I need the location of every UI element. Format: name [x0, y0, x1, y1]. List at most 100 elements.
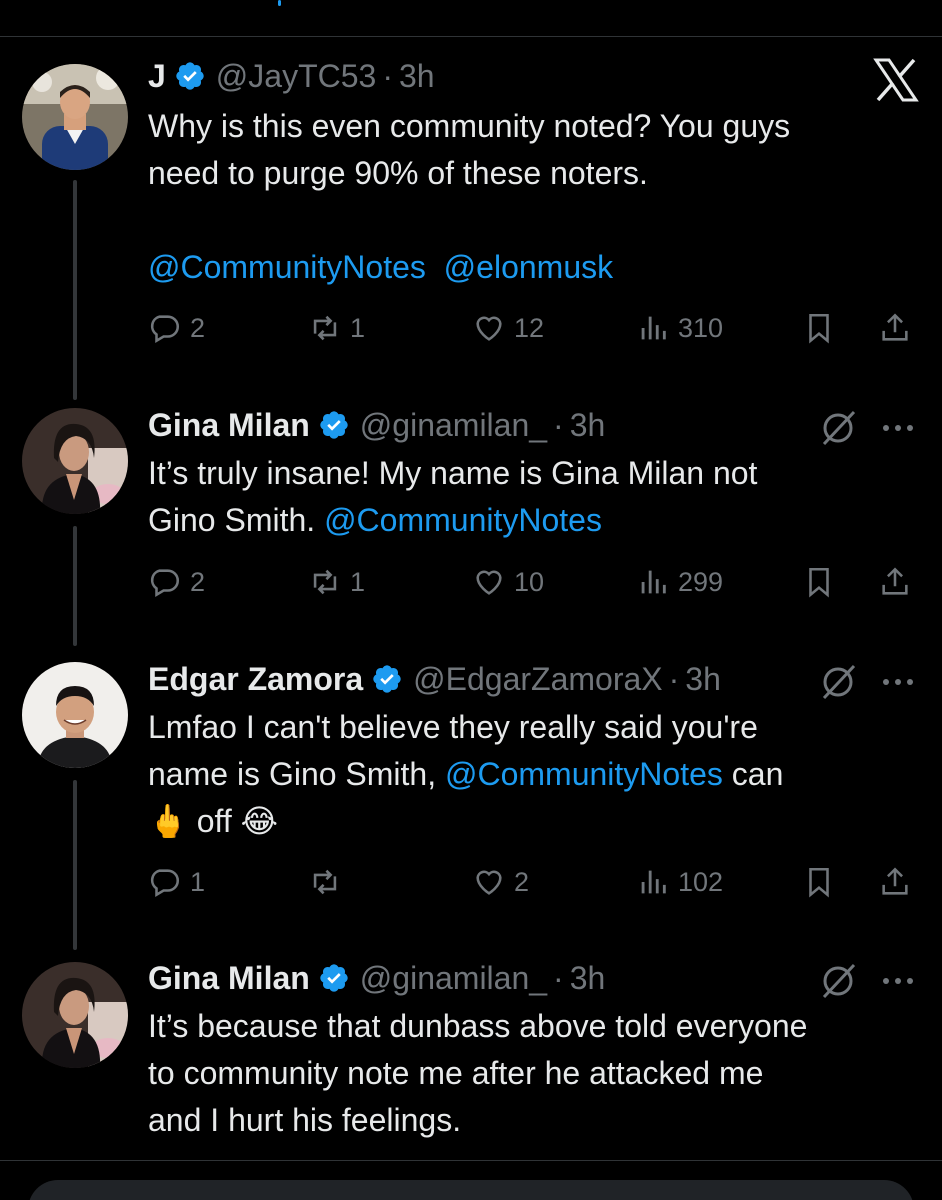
tweet-text-line: Lmfao I can't believe they really said y… — [148, 704, 908, 751]
display-name[interactable]: Gina Milan — [148, 407, 310, 444]
tweet-text-line: need to purge 90% of these noters. — [148, 150, 908, 197]
timestamp[interactable]: 3h — [570, 960, 606, 997]
reply-button[interactable]: 2 — [148, 562, 205, 602]
timestamp[interactable]: 3h — [399, 58, 435, 95]
action-bar: 2 1 10 299 — [148, 562, 928, 602]
bookmark-icon — [809, 567, 829, 598]
repost-icon — [313, 569, 337, 595]
action-bar: 1 2 102 — [148, 862, 928, 902]
display-name[interactable]: J — [148, 58, 166, 95]
grok-icon[interactable] — [818, 408, 858, 448]
x-logo-icon[interactable] — [872, 58, 920, 102]
avatar[interactable] — [22, 408, 128, 514]
like-icon — [476, 870, 502, 895]
text-segment — [426, 249, 444, 285]
repost-button[interactable] — [308, 862, 350, 902]
grok-icon[interactable] — [818, 662, 858, 702]
like-count: 10 — [514, 566, 545, 597]
mention-link[interactable]: @CommunityNotes — [324, 502, 602, 538]
reply-count: 1 — [190, 866, 206, 897]
avatar[interactable] — [22, 64, 128, 170]
tweet-text: Why is this even community noted? You gu… — [148, 103, 908, 291]
share-button[interactable] — [878, 308, 912, 348]
handle[interactable]: @ginamilan_ — [360, 407, 547, 444]
view-count: 102 — [678, 866, 724, 897]
tweet-text-line: @CommunityNotes @elonmusk — [148, 244, 908, 291]
views-button[interactable]: 310 — [636, 308, 723, 348]
like-count: 12 — [514, 312, 545, 343]
share-icon — [882, 867, 908, 895]
mention-link[interactable]: @elonmusk — [444, 249, 613, 285]
reply-icon — [150, 569, 180, 598]
views-button[interactable]: 102 — [636, 862, 723, 902]
avatar[interactable] — [22, 962, 128, 1068]
share-button[interactable] — [878, 862, 912, 902]
verified-icon — [320, 964, 348, 992]
bookmark-button[interactable] — [802, 862, 836, 902]
avatar[interactable] — [22, 662, 128, 768]
display-name[interactable]: Edgar Zamora — [148, 661, 363, 698]
mention-link[interactable]: @CommunityNotes — [148, 249, 426, 285]
tweet-header: Edgar Zamora @EdgarZamoraX · 3h — [148, 659, 721, 699]
handle[interactable]: @EdgarZamoraX — [413, 661, 662, 698]
text-segment: and I hurt his feelings. — [148, 1102, 462, 1138]
action-bar: 2 1 12 310 — [148, 308, 928, 348]
separator-dot: · — [382, 57, 393, 94]
thread-line — [73, 780, 77, 950]
more-icon[interactable] — [878, 662, 918, 702]
text-segment: It’s because that dunbass above told eve… — [148, 1008, 808, 1044]
reply-button[interactable]: 1 — [148, 862, 205, 902]
grok-icon[interactable] — [818, 961, 858, 1001]
text-segment: Why is this even community noted? You gu… — [148, 108, 791, 144]
repost-button[interactable]: 1 — [308, 562, 365, 602]
divider — [0, 1160, 942, 1161]
tweet-text-line: It’s because that dunbass above told eve… — [148, 1003, 908, 1050]
thread-line — [73, 180, 77, 400]
repost-count: 1 — [350, 312, 366, 343]
reply-button[interactable]: 2 — [148, 308, 205, 348]
reply-composer[interactable] — [28, 1180, 914, 1200]
separator-dot: · — [668, 660, 680, 697]
views-icon — [641, 870, 666, 894]
text-segment: Lmfao I can't believe they really said y… — [148, 709, 758, 745]
tweet-text-line: and I hurt his feelings. — [148, 1097, 908, 1144]
like-icon — [476, 316, 502, 341]
text-segment: Gino Smith. — [148, 502, 325, 538]
tweet-text-line: Gino Smith. @CommunityNotes — [148, 497, 908, 544]
text-segment: need to purge 90% of these noters. — [148, 155, 648, 191]
tweet-text-line — [148, 197, 908, 244]
text-segment: to community note me after he attacked m… — [148, 1055, 764, 1091]
timestamp[interactable]: 3h — [685, 661, 721, 698]
bookmark-icon — [809, 867, 829, 898]
timestamp[interactable]: 3h — [570, 407, 606, 444]
more-icon[interactable] — [878, 961, 918, 1001]
views-button[interactable]: 299 — [636, 562, 723, 602]
reply-icon — [150, 869, 180, 898]
share-button[interactable] — [878, 562, 912, 602]
bookmark-button[interactable] — [802, 562, 836, 602]
tweet-header: J @JayTC53 · 3h — [148, 56, 435, 96]
repost-icon — [313, 315, 337, 341]
verified-icon — [373, 665, 401, 693]
share-icon — [882, 313, 908, 341]
view-count: 310 — [678, 312, 724, 343]
more-icon[interactable] — [878, 408, 918, 448]
tweet-header: Gina Milan @ginamilan_ · 3h — [148, 958, 605, 998]
like-button[interactable]: 12 — [472, 308, 544, 348]
like-button[interactable]: 2 — [472, 862, 529, 902]
like-button[interactable]: 10 — [472, 562, 544, 602]
tweet-text-line: Why is this even community noted? You gu… — [148, 103, 908, 150]
like-icon — [476, 570, 502, 595]
handle[interactable]: @JayTC53 — [216, 58, 377, 95]
tweet-text: It’s because that dunbass above told eve… — [148, 1003, 908, 1144]
display-name[interactable]: Gina Milan — [148, 960, 310, 997]
repost-button[interactable]: 1 — [308, 308, 365, 348]
separator-dot: · — [553, 406, 564, 443]
text-segment: 🖕 off 😂 — [148, 803, 279, 839]
views-icon — [641, 570, 666, 594]
handle[interactable]: @ginamilan_ — [360, 960, 547, 997]
tweet-text-line: name is Gino Smith, @CommunityNotes can — [148, 751, 908, 798]
reply-icon — [150, 315, 180, 344]
mention-link[interactable]: @CommunityNotes — [445, 756, 723, 792]
bookmark-button[interactable] — [802, 308, 836, 348]
